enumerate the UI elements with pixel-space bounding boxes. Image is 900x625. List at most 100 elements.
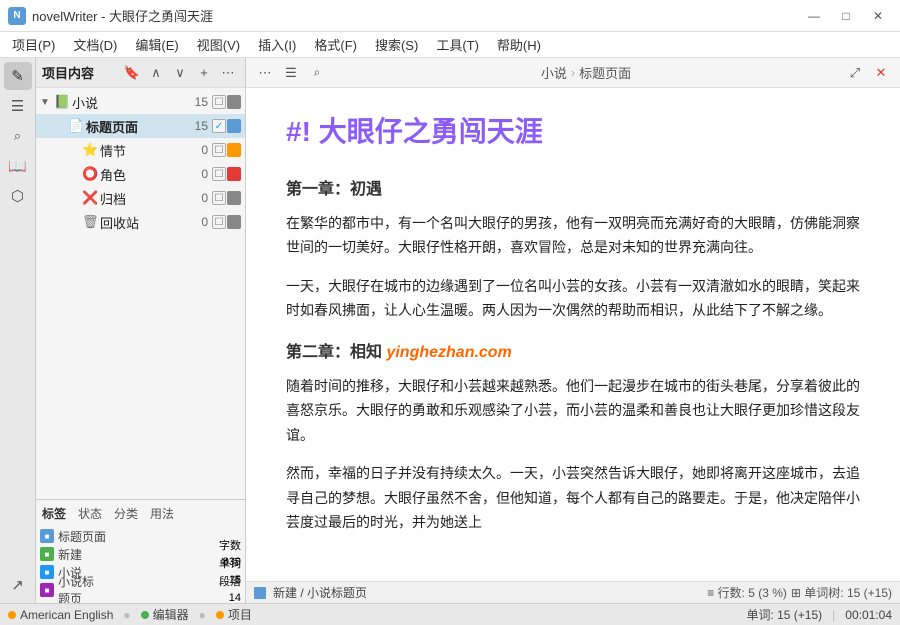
tree-tiny-col-chars[interactable]	[227, 167, 241, 181]
editor-toolbar-left: ⋯ ☰ ⌕	[254, 62, 328, 84]
tree-count-archive: 0	[201, 191, 208, 205]
tree-item-novel[interactable]: ▼ 📗 小说 15 ☐	[36, 90, 245, 114]
sb-row-2: ■ 新建 字数 839	[40, 545, 241, 563]
title-text: 大眼仔之勇闯天涯	[319, 116, 543, 147]
status-sep-2: ●	[199, 608, 206, 622]
editor-toolbar-list-btn[interactable]: ☰	[280, 62, 302, 84]
editor-content[interactable]: #! 大眼仔之勇闯天涯 第一章：初遇 在繁华的都市中，有一个名叫大眼仔的男孩，他…	[246, 88, 900, 581]
tree-count-chapters: 0	[201, 143, 208, 157]
menu-item-insert[interactable]: 插入(I)	[250, 33, 304, 56]
tree-tiny-col-chapters[interactable]	[227, 143, 241, 157]
tree-item-chars[interactable]: ⭕ 角色 0 ☐	[36, 162, 245, 186]
sb-icon-3: ■	[40, 565, 54, 579]
sb-tab-usage[interactable]: 用法	[148, 504, 176, 523]
editor-close-btn[interactable]: ✕	[870, 62, 892, 84]
tree-tiny-cb-chapters[interactable]: ☐	[212, 143, 226, 157]
tree-count-titlepage: 15	[195, 119, 208, 133]
sb-row-1: ■ 标题页面	[40, 527, 241, 545]
doc-para-4: 然而，幸福的日子并没有持续太久。一天，小芸突然告诉大眼仔，她即将离开这座城市，去…	[286, 461, 860, 535]
activity-icon-puzzle[interactable]: ⬡	[4, 182, 32, 210]
breadcrumb-sep: ›	[571, 65, 575, 80]
tree-label-archive: 归档	[100, 189, 199, 208]
main-layout: ✎ ☰ ⌕ 📖 ⬡ ↗ 项目内容 🔖 ∧ ∨ + ⋯ ▼ 📗 小说 15	[0, 58, 900, 603]
activity-icon-search[interactable]: ⌕	[4, 122, 32, 150]
editor-toolbar-menu-btn[interactable]: ⋯	[254, 62, 276, 84]
status-editor-label: 编辑器	[153, 606, 189, 623]
tree-item-trash[interactable]: 🗑 回收站 0 ☐	[36, 210, 245, 234]
document-title: #! 大眼仔之勇闯天涯	[286, 108, 860, 156]
menu-bar: 项目(P)文档(D)编辑(E)视图(V)插入(I)格式(F)搜索(S)工具(T)…	[0, 32, 900, 58]
menu-item-search[interactable]: 搜索(S)	[367, 33, 426, 56]
tree-icon-chapters: ⭐	[82, 142, 98, 158]
status-project-label: 项目	[228, 606, 252, 623]
status-time: 00:01:04	[845, 608, 892, 622]
breadcrumb: 小说 › 标题页面	[332, 63, 840, 82]
tree-count-chars: 0	[201, 167, 208, 181]
tree-item-archive[interactable]: ❌ 归档 0 ☐	[36, 186, 245, 210]
section-heading-1: 第一章：初遇	[286, 176, 860, 203]
status-dot-language	[8, 611, 16, 619]
app-icon: N	[8, 7, 26, 25]
tree-tiny-cb-chars[interactable]: ☐	[212, 167, 226, 181]
tree-item-titlepage[interactable]: 📄 标题页面 15 ✓	[36, 114, 245, 138]
tree-icon-trash: 🗑	[82, 214, 98, 230]
activity-icon-edit[interactable]: ✎	[4, 62, 32, 90]
sb-label-2: 新建	[58, 546, 215, 563]
activity-icon-novel[interactable]: 📖	[4, 152, 32, 180]
watermark-text: yinghezhan.com	[386, 344, 511, 361]
editor-toolbar: ⋯ ☰ ⌕ 小说 › 标题页面 ⤢ ✕	[246, 58, 900, 88]
footer-word-info: ⊞ 单词树: 15 (+15)	[791, 584, 892, 601]
menu-item-document[interactable]: 文档(D)	[65, 33, 125, 56]
sb-val-label-2: 字数	[219, 538, 241, 554]
tree-item-chapters[interactable]: ⭐ 情节 0 ☐	[36, 138, 245, 162]
sidebar-down-btn[interactable]: ∨	[169, 62, 191, 84]
tree-tiny-cb-archive[interactable]: ☐	[212, 191, 226, 205]
sb-val-label-3: 单词	[219, 556, 241, 572]
menu-item-edit[interactable]: 编辑(E)	[127, 33, 186, 56]
activity-icon-export[interactable]: ↗	[4, 571, 32, 599]
editor-toolbar-search-btn[interactable]: ⌕	[306, 62, 328, 84]
sidebar-bookmark-btn[interactable]: 🔖	[121, 62, 143, 84]
sb-icon-1: ■	[40, 529, 54, 543]
sb-tab-tags[interactable]: 标签	[40, 504, 68, 523]
status-dot-editor	[141, 611, 149, 619]
menu-item-view[interactable]: 视图(V)	[189, 33, 248, 56]
sidebar-icon-group: 🔖 ∧ ∨ + ⋯	[121, 62, 239, 84]
sidebar-up-btn[interactable]: ∧	[145, 62, 167, 84]
sb-tab-status[interactable]: 状态	[76, 504, 104, 523]
sidebar-more-btn[interactable]: ⋯	[217, 62, 239, 84]
tree-tiny-check-titlepage[interactable]: ✓	[212, 119, 226, 133]
tree-tiny-color-titlepage[interactable]	[227, 119, 241, 133]
section-heading-2: 第二章：相知 yinghezhan.com	[286, 339, 860, 366]
status-language: American English	[20, 608, 113, 622]
title-bar: N novelWriter - 大眼仔之勇闯天涯 — □ ✕	[0, 0, 900, 32]
tree-label-chars: 角色	[100, 165, 199, 184]
editor-area: ⋯ ☰ ⌕ 小说 › 标题页面 ⤢ ✕ #! 大眼仔之勇闯天涯 第一章：初遇 在…	[246, 58, 900, 603]
maximize-button[interactable]: □	[832, 5, 860, 27]
doc-para-1: 在繁华的都市中，有一个名叫大眼仔的男孩，他有一双明亮而充满好奇的大眼睛，仿佛能洞…	[286, 211, 860, 260]
breadcrumb-novel: 小说	[541, 63, 567, 82]
tree-tiny-cb-trash[interactable]: ☐	[212, 215, 226, 229]
menu-item-project[interactable]: 项目(P)	[4, 33, 63, 56]
tree-label-novel: 小说	[72, 93, 193, 112]
minimize-button[interactable]: —	[800, 5, 828, 27]
sb-tab-class[interactable]: 分类	[112, 504, 140, 523]
tree-tiny-col-trash[interactable]	[227, 215, 241, 229]
status-sep-1: ●	[123, 608, 130, 622]
tree-tiny-col-archive[interactable]	[227, 191, 241, 205]
activity-icon-outline[interactable]: ☰	[4, 92, 32, 120]
tree-tiny-checkbox-novel[interactable]: ☐	[212, 95, 226, 109]
tree-count-novel: 15	[195, 95, 208, 109]
sidebar-add-btn[interactable]: +	[193, 62, 215, 84]
close-button[interactable]: ✕	[864, 5, 892, 27]
sb-label-4: 小说标题页	[58, 573, 215, 603]
editor-fullscreen-btn[interactable]: ⤢	[844, 62, 866, 84]
menu-item-tools[interactable]: 工具(T)	[428, 33, 487, 56]
menu-item-format[interactable]: 格式(F)	[306, 33, 365, 56]
tree-tiny-color-novel[interactable]	[227, 95, 241, 109]
editor-toolbar-right: ⤢ ✕	[844, 62, 892, 84]
window-title: novelWriter - 大眼仔之勇闯天涯	[32, 6, 213, 25]
menu-item-help[interactable]: 帮助(H)	[489, 33, 549, 56]
tree-icon-archive: ❌	[82, 190, 98, 206]
sb-row-4: ■ 小说标题页 段落 14	[40, 581, 241, 599]
